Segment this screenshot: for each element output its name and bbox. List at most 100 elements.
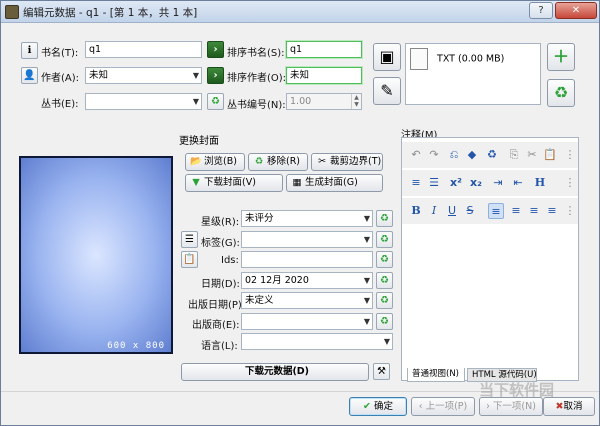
watermark: 当下软件园 [479, 381, 555, 399]
series-combobox[interactable]: ▼ [85, 93, 202, 110]
remove-cover-button[interactable]: ♻ 移除(R) [248, 153, 308, 171]
ok-button[interactable]: ✔ 确定 [349, 397, 407, 416]
generate-cover-button[interactable]: ▦ 生成封面(G) [286, 174, 383, 192]
undo-icon[interactable]: ↶ [408, 147, 424, 163]
align-justify-icon[interactable]: ≡ [544, 203, 560, 219]
subscript-icon[interactable]: x₂ [468, 175, 484, 191]
tab-normal-view[interactable]: 普通视图(N) [407, 368, 465, 382]
superscript-icon[interactable]: x² [448, 175, 464, 191]
ordered-list-icon[interactable]: ≡ [408, 175, 424, 191]
cut-icon[interactable]: ✂ [524, 147, 540, 163]
title-case-icon[interactable]: ℹ [21, 42, 38, 59]
chevron-down-icon: ▼ [363, 276, 370, 285]
tag-editor-icon[interactable]: ☰ [181, 231, 198, 248]
more-icon[interactable]: ⋮ [562, 203, 578, 219]
series-index-spinbox[interactable]: 1.00 ▲ ▼ [286, 93, 362, 110]
align-left-icon[interactable]: ≡ [488, 203, 504, 219]
paste-icon[interactable]: 📋 [542, 147, 558, 163]
language-label: 语言(L): [201, 341, 238, 352]
ids-input[interactable] [241, 251, 373, 268]
chevron-down-icon: ▼ [363, 317, 370, 326]
align-center-icon[interactable]: ≡ [508, 203, 524, 219]
paste-ids-icon[interactable]: 📋 [181, 251, 198, 268]
author-icon[interactable]: 👤 [21, 67, 38, 84]
previous-button[interactable]: ‹ 上一项(P) [411, 397, 475, 416]
trim-cover-button[interactable]: ✂ 裁剪边界(T) [311, 153, 383, 171]
download-metadata-button[interactable]: 下载元数据(D) [181, 363, 369, 381]
change-cover-title: 更换封面 [179, 136, 219, 147]
strikethrough-icon[interactable]: S [462, 203, 478, 219]
series-label: 丛书(E): [41, 99, 79, 110]
heading-icon[interactable]: H [532, 175, 548, 191]
app-icon [5, 5, 19, 19]
window-title: 编辑元数据 - q1 - [第 1 本，共 1 本] [23, 7, 198, 19]
remove-format-icon[interactable]: ⎌ [446, 147, 462, 163]
edit-metadata-window: 编辑元数据 - q1 - [第 1 本，共 1 本] ? ✕ ℹ 书名(T): … [0, 0, 600, 426]
clear-all-icon[interactable]: ◆ [464, 147, 480, 163]
cancel-label: 取消 [563, 401, 583, 412]
checkmark-icon: ✔ [362, 401, 371, 412]
publisher-combobox[interactable]: ▼ [241, 313, 373, 330]
title-sort-input[interactable]: q1 [286, 41, 362, 58]
cover-image[interactable]: 600 x 800 [19, 156, 173, 354]
copy-title-to-sort-button[interactable]: › [207, 41, 224, 58]
author-combobox[interactable]: 未知 ▼ [85, 67, 202, 84]
author-sort-input[interactable]: 未知 [286, 67, 362, 84]
date-value: 02 12月 2020 [245, 275, 309, 286]
bold-icon[interactable]: B [408, 203, 424, 219]
italic-icon[interactable]: I [426, 203, 442, 219]
chevron-down-icon: ▼ [383, 337, 390, 346]
series-index-label: 丛书编号(N): [227, 100, 286, 111]
rating-combobox[interactable]: 未评分 ▼ [241, 210, 373, 227]
clear-tags-button[interactable]: ♻ [376, 231, 393, 248]
recycle-icon: ♻ [380, 254, 389, 265]
clear-ids-button[interactable]: ♻ [376, 251, 393, 268]
remove-format-button[interactable]: ♻ [547, 79, 575, 107]
edit-formats-icon[interactable]: ✎ [373, 77, 401, 105]
clear-rating-button[interactable]: ♻ [376, 210, 393, 227]
format-item[interactable]: TXT (0.00 MB) [410, 48, 504, 70]
book-cover-icon[interactable]: ▣ [373, 43, 401, 71]
clear-date-button[interactable]: ♻ [376, 272, 393, 289]
author-label: 作者(A): [41, 73, 80, 84]
pubdate-input[interactable]: 未定义 ▼ [241, 292, 373, 309]
title-sort-label: 排序书名(S): [227, 48, 285, 59]
author-value: 未知 [89, 70, 109, 81]
more-icon[interactable]: ⋮ [562, 175, 578, 191]
close-button[interactable]: ✕ [555, 2, 597, 19]
chevron-down-icon: ▼ [363, 235, 370, 244]
language-combobox[interactable]: ▼ [241, 333, 393, 350]
chevron-down-icon: ▼ [363, 214, 370, 223]
copy-icon[interactable]: ⎘ [506, 147, 522, 163]
configure-download-icon[interactable]: ⚒ [373, 363, 390, 380]
clear-series-button[interactable]: ♻ [207, 93, 224, 110]
document-icon [410, 48, 428, 70]
download-cover-button[interactable]: ▼ 下载封面(V) [185, 174, 283, 192]
date-input[interactable]: 02 12月 2020 ▼ [241, 272, 373, 289]
title-input[interactable]: q1 [85, 41, 202, 58]
formats-list[interactable]: TXT (0.00 MB) [405, 43, 541, 105]
underline-icon[interactable]: U [444, 203, 460, 219]
browse-cover-button[interactable]: 📂 浏览(B) [185, 153, 245, 171]
outdent-icon[interactable]: ⇤ [510, 175, 526, 191]
help-button[interactable]: ? [529, 2, 553, 19]
align-right-icon[interactable]: ≡ [526, 203, 542, 219]
chevron-down-icon: ▼ [192, 97, 199, 106]
spin-arrows-icon[interactable]: ▲ ▼ [351, 94, 361, 109]
add-format-icon[interactable]: ＋ [547, 43, 575, 71]
notes-editor[interactable]: ↶ ↷ ⎌ ◆ ♻ ⎘ ✂ 📋 ⋮ ≡ ☰ x² x₂ ⇥ ⇤ H ⋮ B I … [401, 137, 579, 381]
remove-label: 移除(R) [267, 156, 301, 167]
more-icon[interactable]: ⋮ [562, 147, 578, 163]
copy-author-to-sort-button[interactable]: › [207, 67, 224, 84]
clear-pubdate-button[interactable]: ♻ [376, 292, 393, 309]
title-label: 书名(T): [41, 48, 79, 59]
tags-combobox[interactable]: ▼ [241, 231, 373, 248]
download-cover-label: 下载封面(V) [204, 177, 256, 188]
clear-publisher-button[interactable]: ♻ [376, 313, 393, 330]
prev-label: 上一项(P) [425, 401, 468, 412]
redo-icon[interactable]: ↷ [426, 147, 442, 163]
indent-icon[interactable]: ⇥ [490, 175, 506, 191]
recycle-icon[interactable]: ♻ [484, 147, 500, 163]
bullet-list-icon[interactable]: ☰ [426, 175, 442, 191]
next-label: 下一项(N) [492, 401, 536, 412]
